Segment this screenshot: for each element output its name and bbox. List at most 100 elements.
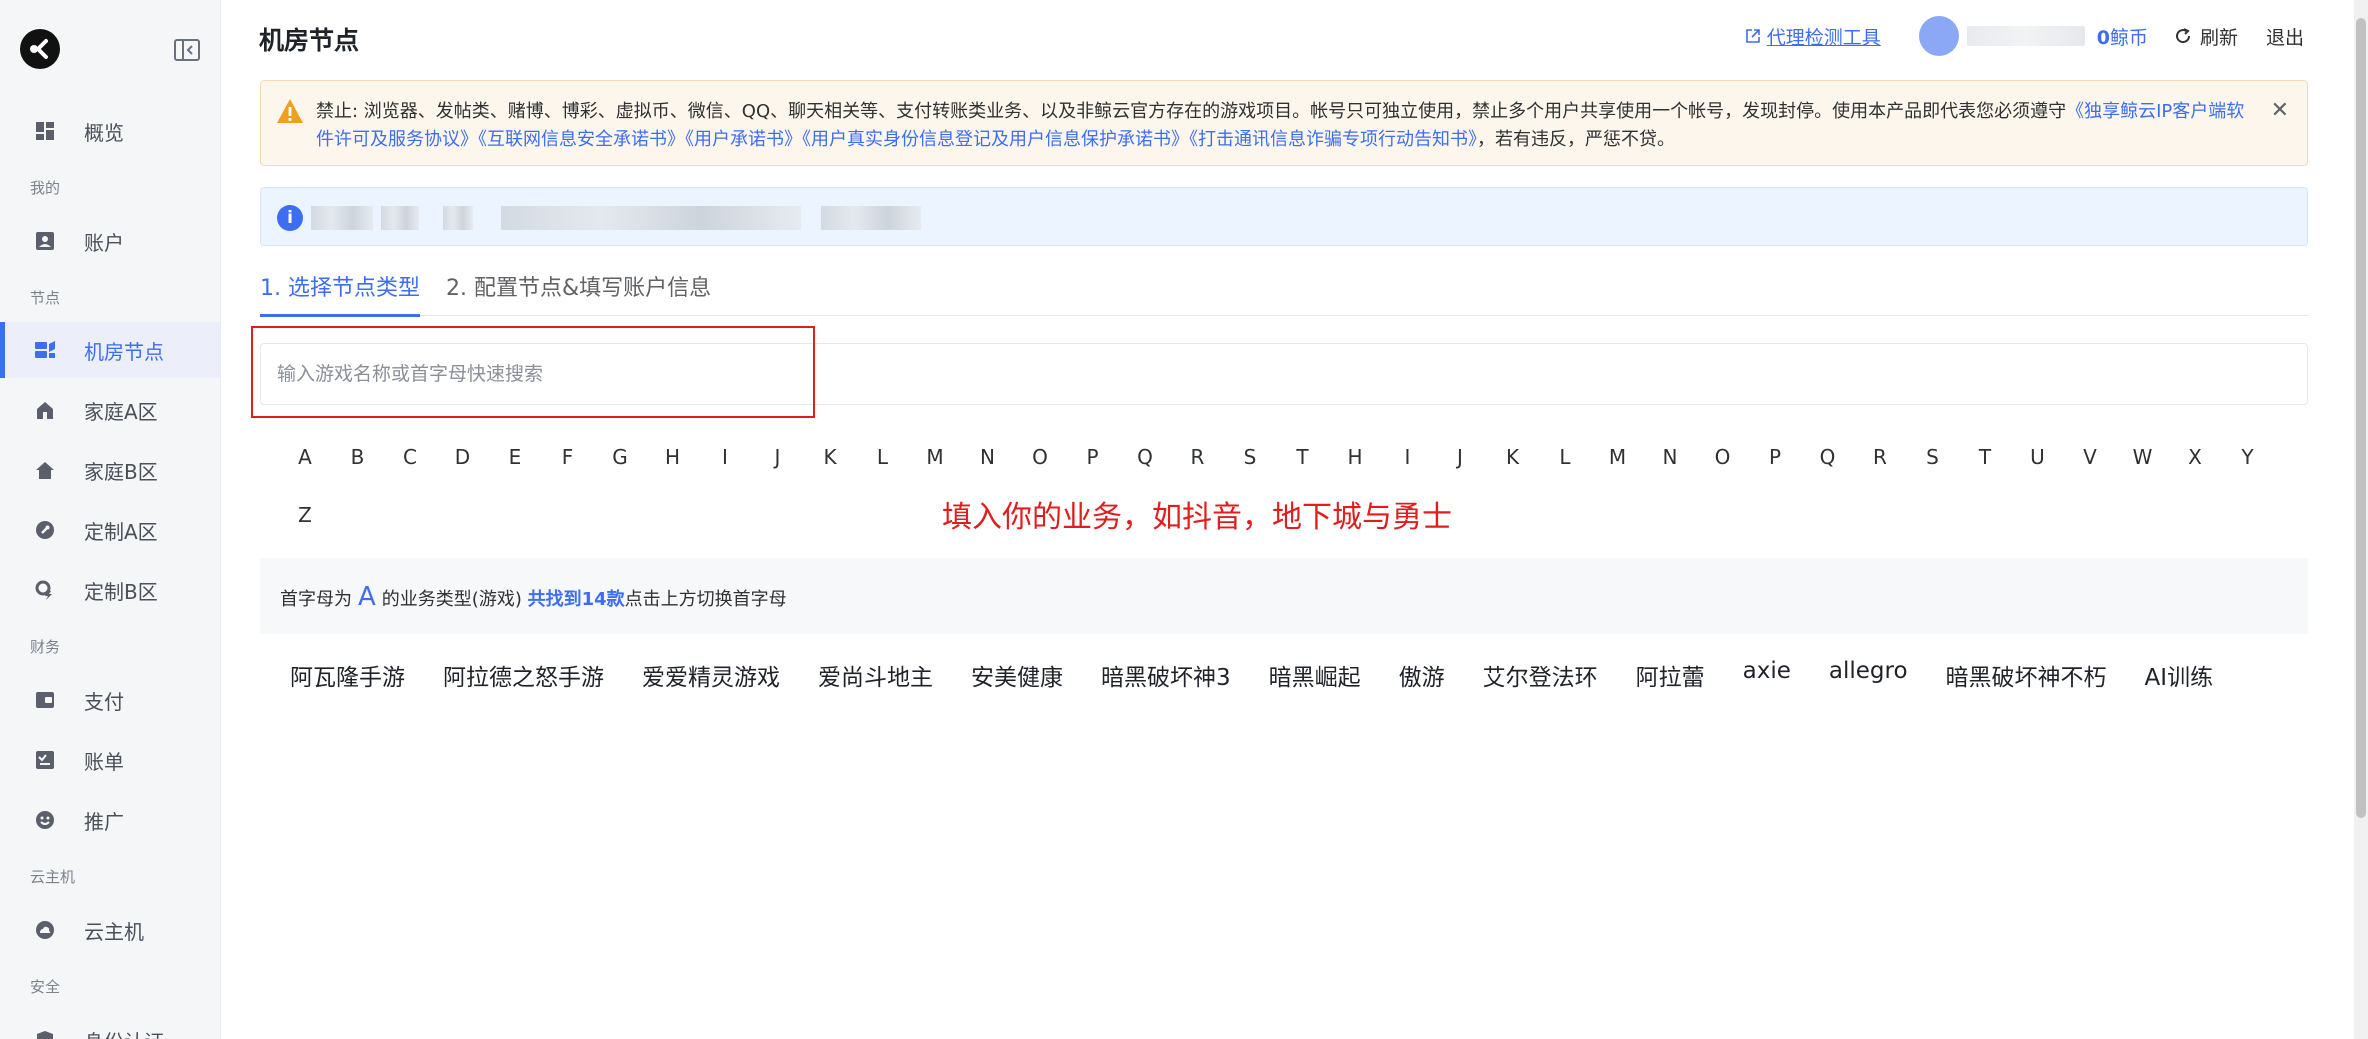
sidebar-item-cloud-host[interactable]: 云主机: [0, 902, 220, 958]
game-item[interactable]: 傲游: [1399, 658, 1445, 694]
sidebar-item-account[interactable]: 账户: [0, 213, 220, 269]
letter-filter-item[interactable]: I: [722, 445, 728, 469]
letter-filter-item[interactable]: O: [1032, 445, 1048, 469]
user-commitment-link[interactable]: 《用户承诺书》: [685, 129, 802, 150]
coin-balance: 0鲸币: [2097, 23, 2148, 50]
letter-filter-item[interactable]: D: [455, 445, 470, 469]
letter-filter-item[interactable]: W: [2133, 445, 2153, 469]
game-item[interactable]: 艾尔登法环: [1483, 658, 1598, 694]
result-count: 共找到14款: [527, 589, 625, 610]
game-item[interactable]: axie: [1743, 658, 1791, 694]
letter-filter-item[interactable]: Z: [298, 503, 312, 527]
letter-filter-item[interactable]: G: [612, 445, 628, 469]
blurred-text: [381, 206, 419, 230]
sidebar-section-label: 财务: [30, 638, 61, 656]
letter-filter-item[interactable]: K: [1506, 445, 1519, 469]
security-commitment-link[interactable]: 《互联网信息安全承诺书》: [478, 129, 685, 150]
tab-configure-node[interactable]: 2. 配置节点&填写账户信息: [446, 270, 711, 316]
letter-filter-item[interactable]: E: [509, 445, 522, 469]
letter-filter-item[interactable]: X: [2188, 445, 2202, 469]
letter-filter-item[interactable]: Q: [1137, 445, 1153, 469]
letter-filter-item[interactable]: R: [1191, 445, 1205, 469]
sidebar-item-payment[interactable]: 支付: [0, 672, 220, 728]
letter-filter-item[interactable]: N: [980, 445, 995, 469]
wrench-icon: [34, 519, 56, 541]
game-item[interactable]: 爱爱精灵游戏: [642, 658, 780, 694]
close-icon[interactable]: ✕: [2271, 97, 2289, 125]
letter-filter-item[interactable]: A: [298, 445, 312, 469]
coin-value: 0: [2096, 26, 2110, 49]
game-item[interactable]: 阿瓦隆手游: [290, 658, 405, 694]
sidebar-item-overview[interactable]: 概览: [0, 103, 220, 159]
game-item[interactable]: allegro: [1829, 658, 1908, 694]
game-item[interactable]: AI训练: [2145, 658, 2214, 694]
game-item[interactable]: 阿拉德之怒手游: [443, 658, 604, 694]
letter-filter-item[interactable]: V: [2083, 445, 2097, 469]
sidebar-item-identity[interactable]: 身份认证: [0, 1012, 220, 1039]
dashboard-icon: [34, 120, 56, 142]
letter-filter-item[interactable]: P: [1086, 445, 1098, 469]
info-icon: i: [277, 205, 303, 231]
sidebar-item-server-nodes[interactable]: 机房节点: [0, 322, 220, 378]
sidebar-item-custom-b[interactable]: 定制B区: [0, 562, 220, 618]
letter-filter-item[interactable]: S: [1926, 445, 1939, 469]
wallet-icon: [34, 689, 56, 711]
letter-filter-item[interactable]: H: [665, 445, 680, 469]
letter-filter-item[interactable]: L: [1559, 445, 1570, 469]
scrollbar-thumb[interactable]: [2356, 18, 2366, 818]
sidebar-item-bills[interactable]: 账单: [0, 732, 220, 788]
result-summary-text: 首字母为 A 的业务类型(游戏) 共找到14款点击上方切换首字母: [280, 582, 787, 612]
sidebar-item-custom-a[interactable]: 定制A区: [0, 502, 220, 558]
tab-select-node-type[interactable]: 1. 选择节点类型: [260, 270, 420, 317]
game-item[interactable]: 安美健康: [971, 658, 1063, 694]
sidebar-item-promotion[interactable]: 推广: [0, 792, 220, 848]
page-title: 机房节点: [259, 26, 360, 55]
sidebar-item-home-b[interactable]: 家庭B区: [0, 442, 220, 498]
letter-filter-item[interactable]: O: [1715, 445, 1731, 469]
result-middle: 的业务类型(游戏): [381, 589, 522, 610]
game-list: 阿瓦隆手游 阿拉德之怒手游 爱爱精灵游戏 爱尚斗地主 安美健康 暗黑破坏神3 暗黑崛起 傲游 艾…: [290, 658, 2251, 694]
letter-filter-item[interactable]: S: [1244, 445, 1257, 469]
sidebar-item-label: 概览: [84, 120, 124, 145]
sidebar-item-home-a[interactable]: 家庭A区: [0, 382, 220, 438]
game-search-input[interactable]: [261, 344, 2307, 404]
letter-filter-item[interactable]: T: [1296, 445, 1308, 469]
page-scrollbar[interactable]: [2354, 0, 2368, 1039]
sidebar-section-label: 安全: [30, 978, 61, 996]
game-item[interactable]: 爱尚斗地主: [818, 658, 933, 694]
letter-filter-item[interactable]: U: [2030, 445, 2045, 469]
avatar[interactable]: [1918, 16, 1959, 56]
letter-filter-item[interactable]: Y: [2241, 445, 2253, 469]
letter-filter-item[interactable]: I: [1405, 445, 1411, 469]
game-item[interactable]: 暗黑崛起: [1269, 658, 1361, 694]
anti-fraud-notice-link[interactable]: 《打击通讯信息诈骗专项行动告知书》: [1189, 129, 1477, 150]
warning-text: 禁止: 浏览器、发帖类、赌博、博彩、虚拟币、微信、QQ、聊天相关等、支付转账类业…: [316, 101, 2067, 122]
refresh-button[interactable]: 刷新: [2174, 23, 2238, 50]
letter-filter-item[interactable]: R: [1873, 445, 1887, 469]
letter-filter-item[interactable]: F: [562, 445, 574, 469]
game-item[interactable]: 暗黑破坏神3: [1101, 658, 1231, 694]
result-letter: A: [358, 582, 376, 612]
annotation-text: 填入你的业务，如抖音，地下城与勇士: [942, 500, 1452, 535]
letter-filter-item[interactable]: C: [403, 445, 417, 469]
letter-filter-item[interactable]: B: [351, 445, 365, 469]
letter-filter-item[interactable]: H: [1347, 445, 1362, 469]
game-item[interactable]: 暗黑破坏神不朽: [1946, 658, 2107, 694]
letter-filter-item[interactable]: N: [1663, 445, 1678, 469]
logout-button[interactable]: 退出: [2266, 23, 2304, 50]
letter-filter-item[interactable]: Q: [1820, 445, 1836, 469]
logo-icon[interactable]: [18, 27, 62, 71]
letter-filter-item[interactable]: L: [877, 445, 888, 469]
letter-filter-item[interactable]: K: [823, 445, 836, 469]
game-item[interactable]: 阿拉蕾: [1636, 658, 1705, 694]
proxy-check-tool-link[interactable]: 代理检测工具: [1745, 23, 1881, 50]
letter-filter-item[interactable]: J: [1457, 445, 1463, 469]
letter-filter-item[interactable]: P: [1769, 445, 1781, 469]
letter-filter-item[interactable]: M: [926, 445, 943, 469]
letter-filter-item[interactable]: T: [1979, 445, 1991, 469]
letter-filter-item[interactable]: M: [1609, 445, 1626, 469]
letter-filter-item[interactable]: J: [775, 445, 781, 469]
result-prefix: 首字母为: [280, 589, 352, 610]
collapse-sidebar-icon[interactable]: [173, 38, 201, 62]
real-identity-commitment-link[interactable]: 《用户真实身份信息登记及用户信息保护承诺书》: [802, 129, 1189, 150]
